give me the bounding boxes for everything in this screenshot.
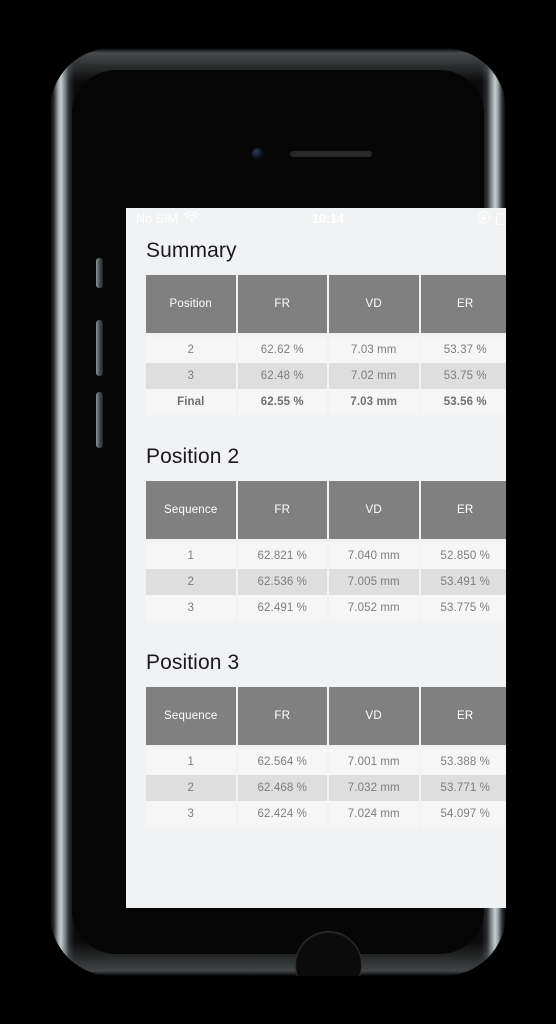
battery-icon	[496, 213, 506, 225]
earpiece-speaker-icon	[290, 151, 372, 157]
volume-up-button[interactable]	[96, 320, 103, 376]
cell-vd: 7.040 mm	[329, 543, 419, 569]
cell-er: 53.491 %	[420, 569, 506, 595]
position-2-table-body: 1 62.821 % 7.040 mm 52.850 % 2 62.536 % …	[146, 539, 506, 621]
phone-screen: No SIM 10:14 Summary Position FR VD ER 2…	[126, 208, 506, 908]
table-header-row: Sequence FR VD ER	[146, 687, 506, 745]
cell-fr: 62.424 %	[237, 801, 327, 827]
cell-er: 53.775 %	[420, 595, 506, 621]
report-content: Summary Position FR VD ER 2 62.62 % 7.03…	[126, 230, 506, 841]
section-title-summary: Summary	[146, 239, 237, 262]
cell-fr: 62.564 %	[237, 749, 327, 775]
summary-table-body: 2 62.62 % 7.03 mm 53.37 % 3 62.48 % 7.02…	[146, 333, 506, 415]
cell-vd: 7.032 mm	[329, 775, 419, 801]
mute-switch-button[interactable]	[96, 258, 103, 288]
summary-table-head: Position FR VD ER	[146, 275, 506, 333]
table-row[interactable]: 1 62.564 % 7.001 mm 53.388 %	[146, 749, 506, 775]
cell-er: 53.771 %	[420, 775, 506, 801]
cell-vd: 7.02 mm	[329, 363, 419, 389]
front-camera-icon	[252, 148, 263, 159]
position-3-table-body: 1 62.564 % 7.001 mm 53.388 % 2 62.468 % …	[146, 745, 506, 827]
section-position-3: Position 3 Sequence FR VD ER 1 62.564 % …	[144, 621, 506, 827]
table-header-row: Sequence FR VD ER	[146, 481, 506, 539]
section-title-position-2: Position 2	[146, 445, 240, 468]
cell-sequence: 3	[146, 801, 236, 827]
cell-position: 2	[146, 337, 236, 363]
column-header-position: Position	[146, 275, 236, 333]
phone-body: No SIM 10:14 Summary Position FR VD ER 2…	[50, 48, 506, 976]
cell-fr: 62.55 %	[237, 389, 327, 415]
column-header-er: ER	[420, 481, 506, 539]
table-header-row: Position FR VD ER	[146, 275, 506, 333]
section-summary: Summary Position FR VD ER 2 62.62 % 7.03…	[144, 230, 506, 415]
cell-vd: 7.001 mm	[329, 749, 419, 775]
status-bar-left: No SIM	[136, 211, 477, 226]
cell-er: 53.37 %	[420, 337, 506, 363]
table-row[interactable]: 2 62.62 % 7.03 mm 53.37 %	[146, 337, 506, 363]
cell-sequence: 2	[146, 569, 236, 595]
table-row[interactable]: 1 62.821 % 7.040 mm 52.850 %	[146, 543, 506, 569]
carrier-label: No SIM	[136, 212, 179, 226]
column-header-sequence: Sequence	[146, 481, 236, 539]
device-stage: No SIM 10:14 Summary Position FR VD ER 2…	[0, 0, 556, 1024]
cell-er: 54.097 %	[420, 801, 506, 827]
cell-fr: 62.491 %	[237, 595, 327, 621]
cell-fr: 62.536 %	[237, 569, 327, 595]
cell-sequence: 1	[146, 543, 236, 569]
wifi-icon	[184, 211, 200, 226]
column-header-er: ER	[420, 687, 506, 745]
cell-vd: 7.03 mm	[329, 389, 419, 415]
cell-sequence: 1	[146, 749, 236, 775]
column-header-vd: VD	[329, 481, 419, 539]
cell-vd: 7.005 mm	[329, 569, 419, 595]
column-header-vd: VD	[329, 687, 419, 745]
cell-fr: 62.62 %	[237, 337, 327, 363]
column-header-fr: FR	[237, 481, 327, 539]
cell-position: 3	[146, 363, 236, 389]
cell-vd: 7.03 mm	[329, 337, 419, 363]
column-header-vd: VD	[329, 275, 419, 333]
column-header-fr: FR	[237, 275, 327, 333]
cell-fr: 62.48 %	[237, 363, 327, 389]
cell-er: 52.850 %	[420, 543, 506, 569]
table-row[interactable]: 3 62.48 % 7.02 mm 53.75 %	[146, 363, 506, 389]
column-header-er: ER	[420, 275, 506, 333]
cell-vd: 7.052 mm	[329, 595, 419, 621]
cell-position: Final	[146, 389, 236, 415]
status-bar: No SIM 10:14	[126, 208, 506, 230]
volume-down-button[interactable]	[96, 392, 103, 448]
table-row-total[interactable]: Final 62.55 % 7.03 mm 53.56 %	[146, 389, 506, 415]
status-bar-right	[477, 211, 506, 227]
cell-fr: 62.821 %	[237, 543, 327, 569]
rotation-lock-icon	[477, 211, 490, 227]
cell-er: 53.56 %	[420, 389, 506, 415]
position-3-table: Sequence FR VD ER 1 62.564 % 7.001 mm 53…	[144, 687, 506, 827]
cell-sequence: 2	[146, 775, 236, 801]
charging-bolt-icon	[504, 217, 506, 220]
table-row[interactable]: 2 62.536 % 7.005 mm 53.491 %	[146, 569, 506, 595]
position-3-table-head: Sequence FR VD ER	[146, 687, 506, 745]
cell-er: 53.75 %	[420, 363, 506, 389]
cell-sequence: 3	[146, 595, 236, 621]
table-row[interactable]: 3 62.424 % 7.024 mm 54.097 %	[146, 801, 506, 827]
summary-table: Position FR VD ER 2 62.62 % 7.03 mm 53.3…	[144, 275, 506, 415]
table-row[interactable]: 3 62.491 % 7.052 mm 53.775 %	[146, 595, 506, 621]
column-header-fr: FR	[237, 687, 327, 745]
cell-vd: 7.024 mm	[329, 801, 419, 827]
cell-fr: 62.468 %	[237, 775, 327, 801]
position-2-table: Sequence FR VD ER 1 62.821 % 7.040 mm 52…	[144, 481, 506, 621]
cell-er: 53.388 %	[420, 749, 506, 775]
column-header-sequence: Sequence	[146, 687, 236, 745]
section-position-2: Position 2 Sequence FR VD ER 1 62.821 % …	[144, 415, 506, 621]
table-row[interactable]: 2 62.468 % 7.032 mm 53.771 %	[146, 775, 506, 801]
position-2-table-head: Sequence FR VD ER	[146, 481, 506, 539]
section-title-position-3: Position 3	[146, 651, 240, 674]
